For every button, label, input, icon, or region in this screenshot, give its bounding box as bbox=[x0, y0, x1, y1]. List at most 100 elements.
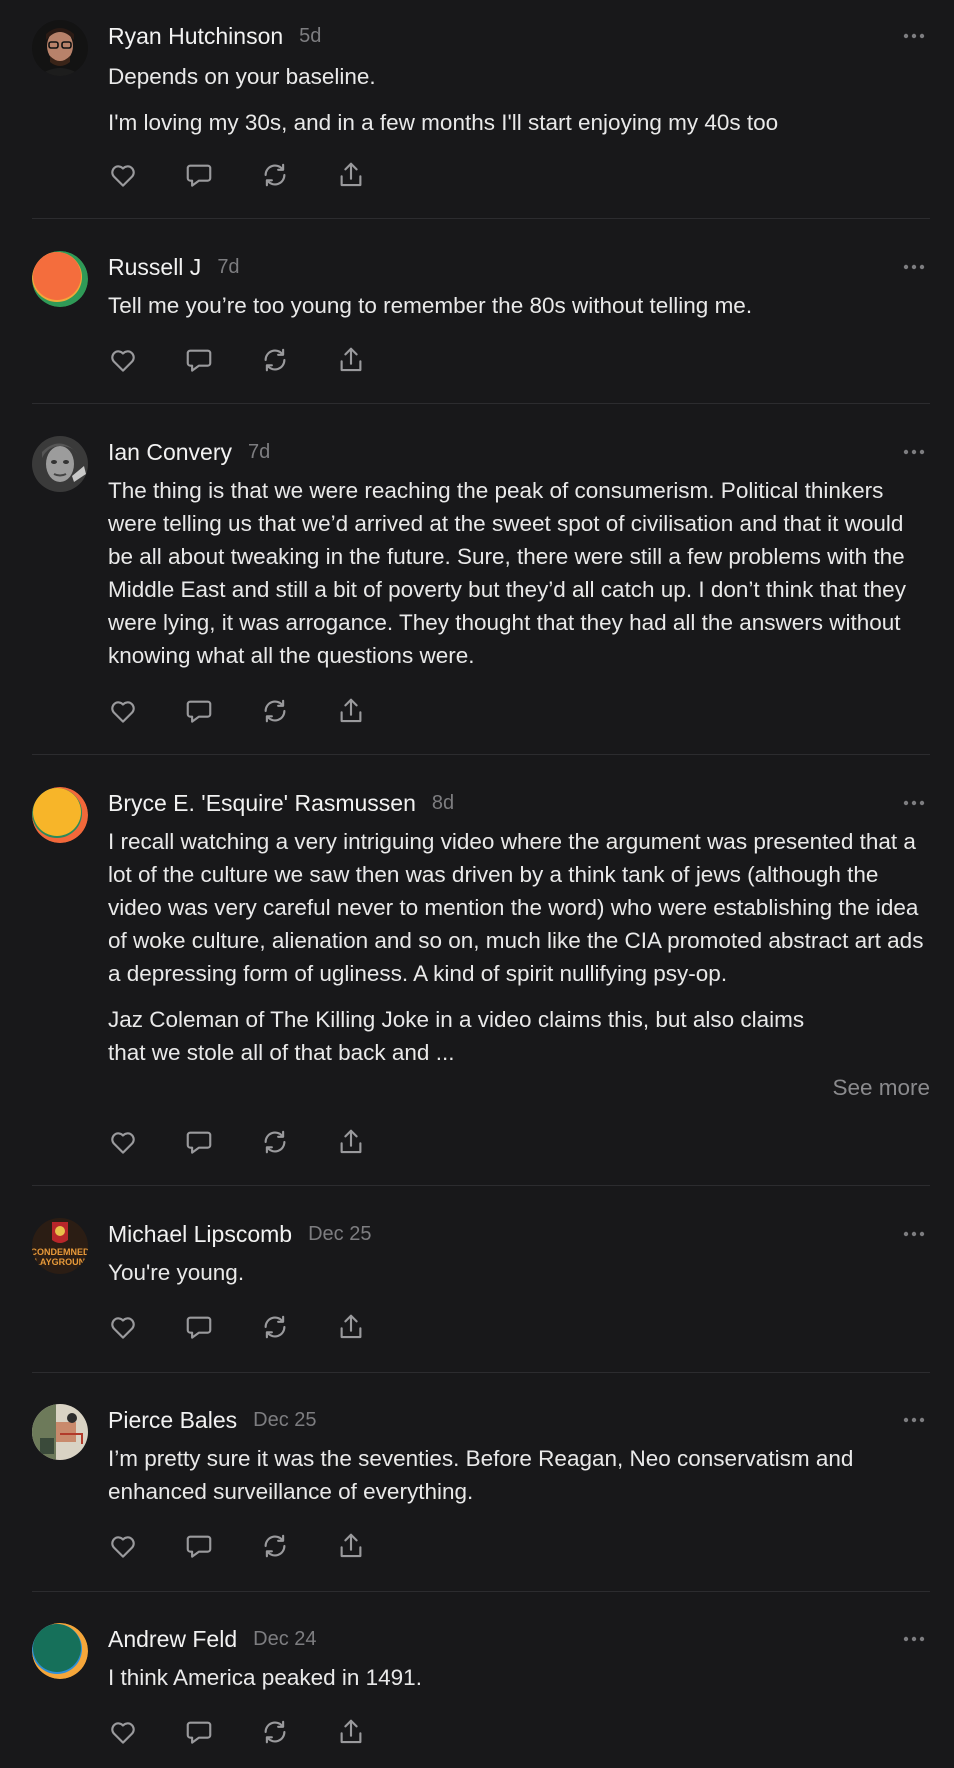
heart-icon[interactable] bbox=[108, 345, 138, 375]
timestamp[interactable]: Dec 25 bbox=[308, 1223, 371, 1246]
comment-item: Ian Convery 7d The thing is that we were… bbox=[32, 436, 930, 728]
heart-icon[interactable] bbox=[108, 1717, 138, 1747]
comment-body: I think America peaked in 1491. bbox=[108, 1661, 930, 1694]
more-horizontal-icon[interactable] bbox=[902, 1624, 926, 1654]
author-name[interactable]: Pierce Bales bbox=[108, 1407, 237, 1434]
heart-icon[interactable] bbox=[108, 696, 138, 726]
comment-body: The thing is that we were reaching the p… bbox=[108, 474, 930, 672]
comment-header: Bryce E. 'Esquire' Rasmussen 8d bbox=[108, 788, 454, 818]
more-horizontal-icon[interactable] bbox=[902, 1219, 926, 1249]
comment-body: Depends on your baseline. I'm loving my … bbox=[108, 60, 930, 139]
divider bbox=[32, 1185, 930, 1186]
see-more-link[interactable]: See more bbox=[832, 1071, 930, 1104]
action-bar bbox=[108, 160, 412, 190]
comment-bubble-icon[interactable] bbox=[184, 1531, 214, 1561]
repost-icon[interactable] bbox=[260, 1127, 290, 1157]
comment-paragraph: I’m pretty sure it was the seventies. Be… bbox=[108, 1446, 854, 1504]
comment-item: Russell J 7d Tell me you’re too young to… bbox=[32, 251, 930, 377]
avatar[interactable] bbox=[32, 1623, 88, 1679]
timestamp[interactable]: 8d bbox=[432, 792, 454, 815]
author-name[interactable]: Andrew Feld bbox=[108, 1626, 237, 1653]
avatar[interactable] bbox=[32, 1404, 88, 1460]
repost-icon[interactable] bbox=[260, 345, 290, 375]
heart-icon[interactable] bbox=[108, 1127, 138, 1157]
comment-paragraph: I think America peaked in 1491. bbox=[108, 1665, 422, 1690]
timestamp[interactable]: Dec 24 bbox=[253, 1628, 316, 1651]
more-horizontal-icon[interactable] bbox=[902, 252, 926, 282]
timestamp[interactable]: 7d bbox=[248, 441, 270, 464]
avatar[interactable]: CONDEMNED PLAYGROUND bbox=[32, 1218, 88, 1274]
avatar[interactable] bbox=[32, 251, 88, 307]
comment-header: Michael Lipscomb Dec 25 bbox=[108, 1219, 371, 1249]
more-horizontal-icon[interactable] bbox=[902, 437, 926, 467]
comment-header: Russell J 7d bbox=[108, 252, 240, 282]
divider bbox=[32, 754, 930, 755]
author-name[interactable]: Michael Lipscomb bbox=[108, 1221, 292, 1248]
share-icon[interactable] bbox=[336, 1127, 366, 1157]
avatar[interactable] bbox=[32, 787, 88, 843]
heart-icon[interactable] bbox=[108, 1531, 138, 1561]
comment-item: CONDEMNED PLAYGROUND Michael Lipscomb De… bbox=[32, 1218, 930, 1344]
comment-body: You're young. bbox=[108, 1256, 930, 1289]
repost-icon[interactable] bbox=[260, 696, 290, 726]
comment-paragraph: I'm loving my 30s, and in a few months I… bbox=[108, 110, 779, 135]
comment-header: Andrew Feld Dec 24 bbox=[108, 1624, 317, 1654]
comment-body: I’m pretty sure it was the seventies. Be… bbox=[108, 1442, 930, 1508]
share-icon[interactable] bbox=[336, 1717, 366, 1747]
share-icon[interactable] bbox=[336, 160, 366, 190]
divider bbox=[32, 1372, 930, 1373]
comment-item: Andrew Feld Dec 24 I think America peake… bbox=[32, 1623, 930, 1749]
comment-paragraph: I recall watching a very intriguing vide… bbox=[108, 829, 924, 986]
repost-icon[interactable] bbox=[260, 1312, 290, 1342]
comment-bubble-icon[interactable] bbox=[184, 160, 214, 190]
share-icon[interactable] bbox=[336, 696, 366, 726]
heart-icon[interactable] bbox=[108, 160, 138, 190]
action-bar bbox=[108, 1531, 412, 1561]
avatar-logo-text: PLAYGROUND bbox=[32, 1257, 88, 1267]
action-bar bbox=[108, 696, 412, 726]
comment-header: Ian Convery 7d bbox=[108, 437, 270, 467]
more-horizontal-icon[interactable] bbox=[902, 21, 926, 51]
comment-paragraph: Tell me you’re too young to remember the… bbox=[108, 293, 753, 318]
comment-bubble-icon[interactable] bbox=[184, 1717, 214, 1747]
comment-item: Ryan Hutchinson 5d Depends on your basel… bbox=[32, 20, 930, 192]
comment-bubble-icon[interactable] bbox=[184, 345, 214, 375]
author-name[interactable]: Russell J bbox=[108, 254, 201, 281]
divider bbox=[32, 403, 930, 404]
avatar-logo-text: CONDEMNED bbox=[32, 1247, 88, 1257]
timestamp[interactable]: Dec 25 bbox=[253, 1409, 316, 1432]
comment-bubble-icon[interactable] bbox=[184, 1312, 214, 1342]
action-bar bbox=[108, 1312, 412, 1342]
timestamp[interactable]: 5d bbox=[299, 25, 321, 48]
comment-body: Tell me you’re too young to remember the… bbox=[108, 289, 930, 322]
share-icon[interactable] bbox=[336, 1312, 366, 1342]
comment-bubble-icon[interactable] bbox=[184, 696, 214, 726]
share-icon[interactable] bbox=[336, 345, 366, 375]
avatar[interactable] bbox=[32, 436, 88, 492]
action-bar bbox=[108, 345, 412, 375]
avatar[interactable] bbox=[32, 20, 88, 76]
more-horizontal-icon[interactable] bbox=[902, 1405, 926, 1435]
comment-paragraph: Depends on your baseline. bbox=[108, 64, 376, 89]
comment-feed: Ryan Hutchinson 5d Depends on your basel… bbox=[0, 0, 954, 1768]
more-horizontal-icon[interactable] bbox=[902, 788, 926, 818]
comment-body: I recall watching a very intriguing vide… bbox=[108, 825, 930, 1069]
comment-header: Ryan Hutchinson 5d bbox=[108, 21, 321, 51]
comment-bubble-icon[interactable] bbox=[184, 1127, 214, 1157]
repost-icon[interactable] bbox=[260, 1717, 290, 1747]
author-name[interactable]: Ian Convery bbox=[108, 439, 232, 466]
comment-paragraph: The thing is that we were reaching the p… bbox=[108, 478, 906, 668]
comment-item: Pierce Bales Dec 25 I’m pretty sure it w… bbox=[32, 1404, 930, 1564]
heart-icon[interactable] bbox=[108, 1312, 138, 1342]
timestamp[interactable]: 7d bbox=[217, 256, 239, 279]
share-icon[interactable] bbox=[336, 1531, 366, 1561]
comment-item: Bryce E. 'Esquire' Rasmussen 8d I recall… bbox=[32, 787, 930, 1158]
author-name[interactable]: Bryce E. 'Esquire' Rasmussen bbox=[108, 790, 416, 817]
comment-paragraph: You're young. bbox=[108, 1260, 245, 1285]
comment-header: Pierce Bales Dec 25 bbox=[108, 1405, 317, 1435]
divider bbox=[32, 218, 930, 219]
repost-icon[interactable] bbox=[260, 1531, 290, 1561]
repost-icon[interactable] bbox=[260, 160, 290, 190]
author-name[interactable]: Ryan Hutchinson bbox=[108, 23, 283, 50]
action-bar bbox=[108, 1127, 412, 1157]
